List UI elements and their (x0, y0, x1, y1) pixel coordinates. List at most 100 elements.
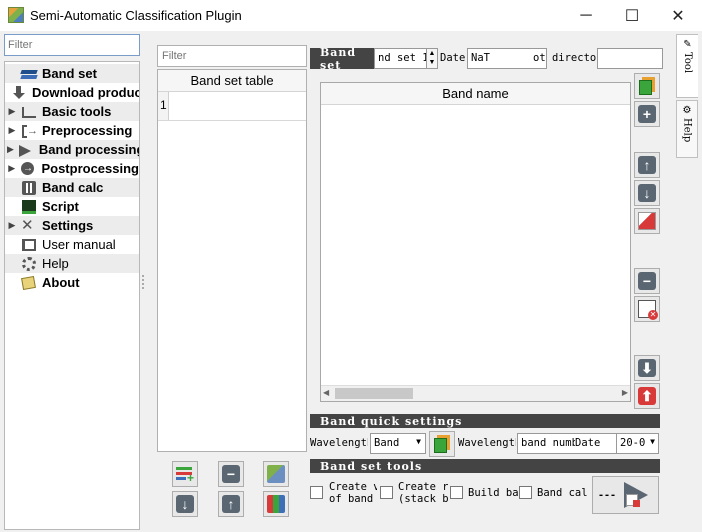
app-logo-icon (8, 7, 24, 23)
tree-item-band-processing[interactable]: ▶ Band processing (5, 140, 139, 159)
tree-item-about[interactable]: About (5, 273, 139, 292)
band-calc-expression-label: Band cal (537, 487, 587, 499)
wavelength-unit-label: Wavelength (458, 437, 516, 449)
expand-arrow-icon[interactable]: ▶ (7, 125, 17, 136)
create-raster-stack-checkbox[interactable] (380, 486, 393, 502)
tree-item-band-set[interactable]: Band set (5, 64, 139, 83)
script-icon (21, 199, 37, 214)
sort-band-set-button[interactable] (263, 461, 289, 487)
download-icon (11, 85, 27, 100)
scroll-right-icon[interactable]: ▶ (622, 388, 628, 397)
maximize-button[interactable]: ☐ (609, 0, 655, 31)
arrow-up-icon: ↑ (638, 156, 656, 174)
wavelength-label: Wavelength (310, 437, 368, 449)
run-button[interactable]: --- (592, 476, 659, 514)
arrow-down-icon: ↓ (638, 184, 656, 202)
quick-date-field[interactable]: 20-0 ▼ (616, 433, 659, 454)
move-up-band-set-button[interactable]: ↑ (218, 491, 244, 517)
arrow-up-icon: ↑ (222, 495, 240, 513)
checkbox-box[interactable] (310, 486, 323, 499)
tree-item-help[interactable]: Help (5, 254, 139, 273)
band-set-header: Band set (310, 46, 374, 72)
band-set-table-header: Band set table (158, 70, 306, 92)
table-row[interactable]: 1 (158, 92, 306, 121)
tree-item-band-calc[interactable]: Band calc (5, 178, 139, 197)
move-down-band-set-button[interactable]: ↓ (172, 491, 198, 517)
export-bands-button[interactable]: ⬆ (634, 383, 660, 409)
import-bands-button[interactable]: ⬇ (634, 355, 660, 381)
tab-tool[interactable]: ✎ Tool (676, 34, 698, 98)
band-calc-expression-checkbox[interactable] (519, 486, 532, 502)
move-band-down-button[interactable]: ↓ (634, 180, 660, 206)
build-band-overview-checkbox[interactable] (450, 486, 463, 502)
option-label-line: Create r (398, 481, 448, 493)
band-set-number-field[interactable]: nd set 1 (374, 48, 426, 69)
tree-item-label: Help (42, 256, 69, 271)
add-raster-icon (639, 77, 655, 95)
scroll-thumb[interactable] (335, 388, 413, 399)
navigation-tree: Band set Download products ▶ Basic tools… (4, 61, 140, 530)
expand-arrow-icon[interactable]: ▶ (7, 144, 14, 155)
arrow-down-icon: ↓ (176, 495, 194, 513)
band-processing-icon (18, 143, 34, 157)
remove-band-button[interactable]: − (634, 268, 660, 294)
expand-arrow-icon[interactable]: ▶ (7, 163, 16, 174)
wavelength-select-value: Band (374, 437, 400, 449)
set-wavelength-button[interactable] (429, 431, 455, 457)
tree-filter-input[interactable] (4, 34, 140, 56)
tab-help[interactable]: ⚙ Help (676, 100, 698, 158)
expand-arrow-icon[interactable]: ▶ (7, 106, 17, 117)
basic-tools-icon (21, 105, 37, 119)
rgb-composite-button[interactable] (263, 491, 289, 517)
sort-bands-button[interactable] (634, 208, 660, 234)
wavelength-select[interactable]: Band ▼ (370, 433, 426, 454)
checkbox-box[interactable] (450, 486, 463, 499)
quick-date-label: Date (575, 437, 615, 449)
option-label-line: Create v (329, 481, 377, 493)
close-button[interactable]: ✕ (655, 0, 701, 31)
plus-icon: + (638, 105, 656, 123)
band-set-icon (20, 67, 38, 81)
scroll-left-icon[interactable]: ◀ (323, 388, 329, 397)
tree-item-label: Script (42, 199, 79, 214)
tree-item-label: Preprocessing (42, 123, 133, 138)
band-set-filter-input[interactable] (157, 45, 307, 67)
tree-item-settings[interactable]: ▶ ✕ Settings (5, 216, 139, 235)
date-label: Date (440, 52, 466, 64)
settings-icon: ✕ (21, 216, 34, 234)
tree-item-label: Band calc (42, 180, 104, 195)
tree-item-preprocessing[interactable]: ▶ → Preprocessing (5, 121, 139, 140)
tree-item-label: Band processing (38, 142, 139, 157)
directory-field[interactable] (597, 48, 663, 69)
panel-splitter[interactable] (142, 275, 146, 289)
tree-item-user-manual[interactable]: User manual (5, 235, 139, 254)
tree-item-basic-tools[interactable]: ▶ Basic tools (5, 102, 139, 121)
minimize-button[interactable]: ─ (563, 0, 609, 31)
clear-bands-button[interactable]: ✕ (634, 296, 660, 322)
add-band-set-button[interactable]: + (172, 461, 198, 487)
chevron-down-icon: ▼ (416, 437, 421, 446)
checkbox-box[interactable] (380, 486, 393, 499)
quick-date-value: 20-0 (620, 437, 646, 449)
tree-item-label: Postprocessing (41, 161, 139, 176)
row-number: 1 (158, 92, 169, 120)
create-virtual-raster-checkbox[interactable] (310, 486, 323, 502)
option-label-line: of band (329, 493, 374, 505)
move-band-up-button[interactable]: ↑ (634, 152, 660, 178)
checkbox-box[interactable] (519, 486, 532, 499)
clear-icon: ✕ (638, 300, 658, 320)
help-icon: ⚙ (682, 105, 692, 116)
band-set-spinner[interactable]: ▲ ▼ (426, 48, 438, 69)
create-virtual-raster-label: Create v of band (329, 481, 377, 505)
tree-item-label: Band set (42, 66, 97, 81)
horizontal-scrollbar[interactable]: ◀ ▶ (321, 385, 630, 401)
help-icon (21, 256, 37, 271)
band-name-header: Band name (321, 83, 630, 105)
add-file-to-band-set-button[interactable] (634, 73, 660, 99)
remove-band-set-button[interactable]: − (218, 461, 244, 487)
expand-arrow-icon[interactable]: ▶ (7, 220, 17, 231)
add-band-button[interactable]: + (634, 101, 660, 127)
tree-item-postprocessing[interactable]: ▶ → Postprocessing (5, 159, 139, 178)
tree-item-script[interactable]: Script (5, 197, 139, 216)
tree-item-download-products[interactable]: Download products (5, 83, 139, 102)
